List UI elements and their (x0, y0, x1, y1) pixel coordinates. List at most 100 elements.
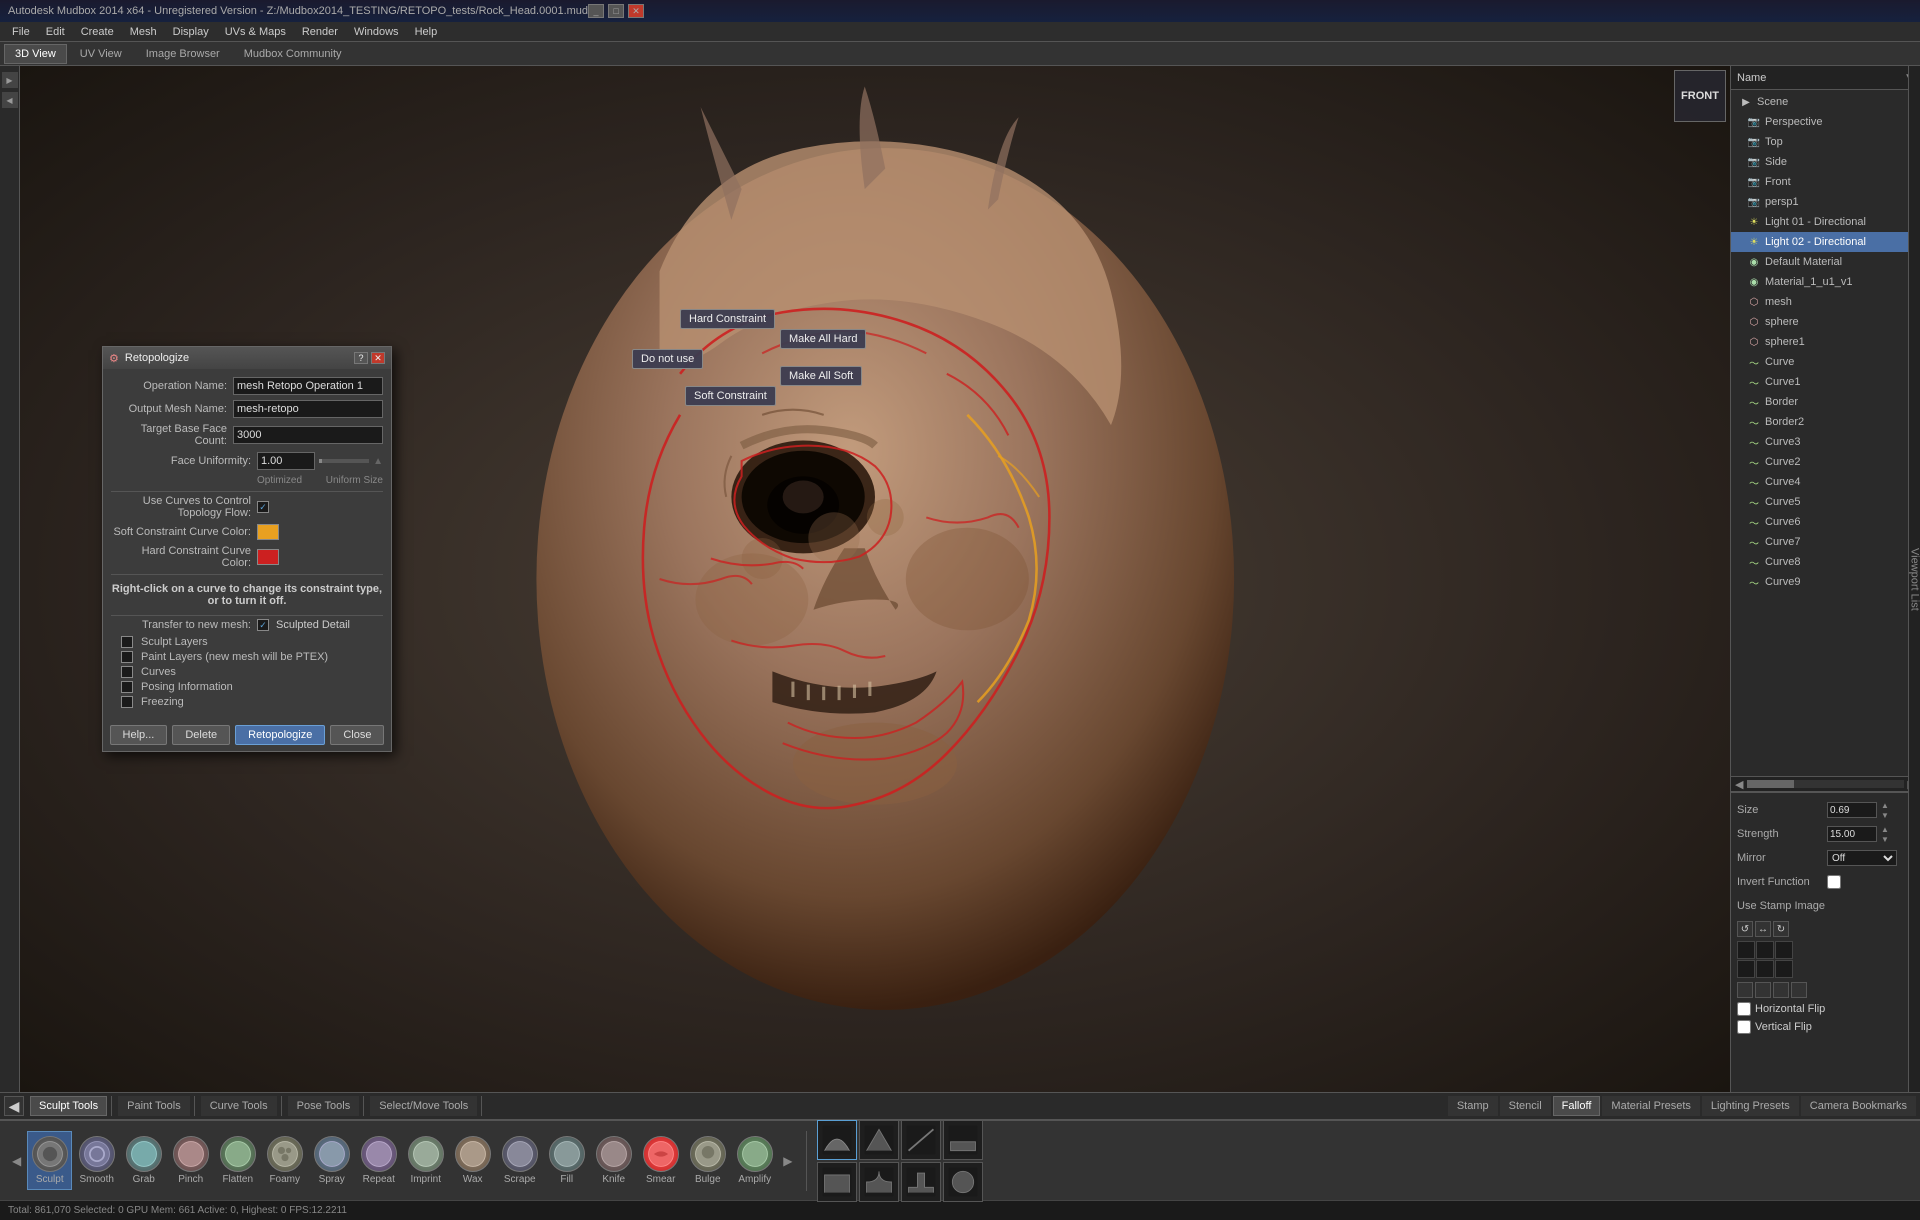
sculpt-tool-amplify[interactable]: Amplify (732, 1131, 777, 1190)
scene-item-material1[interactable]: ◉ Material_1_u1_v1 (1731, 272, 1920, 292)
scene-item-light02[interactable]: ☀ Light 02 - Directional (1731, 232, 1920, 252)
falloff-box1[interactable] (817, 1162, 857, 1202)
tool-tab-curve[interactable]: Curve Tools (201, 1096, 277, 1116)
retopo-output-input[interactable] (233, 400, 383, 418)
sculpt-tool-spray[interactable]: Spray (309, 1131, 354, 1190)
scene-item-curve8[interactable]: 〜 Curve8 (1731, 552, 1920, 572)
scene-item-curve4[interactable]: 〜 Curve4 (1731, 472, 1920, 492)
stamp-cell5[interactable] (1756, 960, 1774, 978)
stamp-reset[interactable] (1791, 982, 1807, 998)
scene-item-persp1[interactable]: 📷 persp1 (1731, 192, 1920, 212)
flip-h-btn[interactable] (1737, 982, 1753, 998)
scroll-thumb[interactable] (1747, 780, 1794, 788)
bottom-tab-camera[interactable]: Camera Bookmarks (1801, 1096, 1916, 1116)
falloff-box3[interactable] (901, 1162, 941, 1202)
size-input[interactable] (1827, 802, 1877, 818)
stamp-cell4[interactable] (1737, 960, 1755, 978)
menu-edit[interactable]: Edit (38, 24, 73, 40)
strength-up[interactable]: ▲ (1881, 825, 1889, 834)
retopo-uniformity-slider[interactable]: ▲ (257, 452, 383, 470)
falloff-sharp[interactable] (859, 1120, 899, 1160)
tab-imagebrowser[interactable]: Image Browser (135, 44, 231, 64)
tab-community[interactable]: Mudbox Community (233, 44, 353, 64)
tooltip-make-all-soft[interactable]: Make All Soft (780, 366, 862, 386)
tooltip-do-not-use[interactable]: Do not use (632, 349, 703, 369)
sculpt-tool-sculpt[interactable]: Sculpt (27, 1131, 72, 1190)
uniformity-track[interactable] (319, 459, 369, 463)
sculpt-tool-smear[interactable]: Smear (638, 1131, 683, 1190)
stamp-mirror-icon[interactable]: ↔ (1755, 921, 1771, 937)
retopo-title-bar[interactable]: ⚙ Retopologize ? ✕ (103, 347, 391, 369)
hflip-checkbox[interactable] (1737, 1002, 1751, 1016)
scene-item-curve3[interactable]: 〜 Curve3 (1731, 432, 1920, 452)
viewport[interactable]: FRONT Hard Constraint Make All Hard Do n… (20, 66, 1730, 1092)
scene-item-curve9[interactable]: 〜 Curve9 (1731, 572, 1920, 592)
scene-item-light01[interactable]: ☀ Light 01 - Directional (1731, 212, 1920, 232)
toolbar-arrow-left[interactable]: ◀ (4, 1096, 24, 1116)
falloff-flat[interactable] (943, 1120, 983, 1160)
sculpt-tool-fill[interactable]: Fill (544, 1131, 589, 1190)
soft-constraint-color[interactable] (257, 524, 279, 540)
sculpt-layers-checkbox[interactable] (121, 636, 133, 648)
stamp-rotate-right[interactable]: ↻ (1773, 921, 1789, 937)
tooltip-hard-constraint[interactable]: Hard Constraint (680, 309, 775, 329)
sculpt-scroll-right[interactable]: ▶ (779, 1154, 796, 1168)
close-button[interactable]: ✕ (628, 4, 644, 18)
scene-item-perspective[interactable]: 📷 Perspective (1731, 112, 1920, 132)
mirror-dropdown[interactable]: Off X Y Z (1827, 850, 1897, 866)
scroll-left-btn[interactable]: ◀ (1731, 778, 1747, 791)
tool-tab-paint[interactable]: Paint Tools (118, 1096, 190, 1116)
vflip-checkbox[interactable] (1737, 1020, 1751, 1034)
size-down[interactable]: ▼ (1881, 811, 1889, 820)
retopo-retopologize-button[interactable]: Retopologize (235, 725, 325, 745)
size-up[interactable]: ▲ (1881, 801, 1889, 810)
left-icon-2[interactable]: ◀ (2, 92, 18, 108)
left-icon-1[interactable]: ▶ (2, 72, 18, 88)
strength-down[interactable]: ▼ (1881, 835, 1889, 844)
retopo-delete-button[interactable]: Delete (172, 725, 230, 745)
bottom-tab-stamp[interactable]: Stamp (1448, 1096, 1498, 1116)
bottom-tab-material[interactable]: Material Presets (1602, 1096, 1699, 1116)
scene-item-curve7[interactable]: 〜 Curve7 (1731, 532, 1920, 552)
retopo-close-icon[interactable]: ✕ (371, 352, 385, 364)
invert-checkbox[interactable] (1827, 875, 1841, 889)
paint-layers-checkbox[interactable] (121, 651, 133, 663)
stamp-anchor[interactable] (1773, 982, 1789, 998)
scene-item-default-material[interactable]: ◉ Default Material (1731, 252, 1920, 272)
falloff-box4[interactable] (943, 1162, 983, 1202)
tab-uvview[interactable]: UV View (69, 44, 133, 64)
falloff-linear[interactable] (901, 1120, 941, 1160)
strength-input[interactable] (1827, 826, 1877, 842)
menu-mesh[interactable]: Mesh (122, 24, 165, 40)
menu-file[interactable]: File (4, 24, 38, 40)
uniformity-inc[interactable]: ▲ (373, 456, 383, 467)
falloff-box2[interactable] (859, 1162, 899, 1202)
maximize-button[interactable]: □ (608, 4, 624, 18)
stamp-cell3[interactable] (1775, 941, 1793, 959)
scene-item-sphere[interactable]: ⬡ sphere (1731, 312, 1920, 332)
scene-item-sphere1[interactable]: ⬡ sphere1 (1731, 332, 1920, 352)
menu-windows[interactable]: Windows (346, 24, 407, 40)
bottom-tab-falloff[interactable]: Falloff (1553, 1096, 1601, 1116)
sculpt-tool-smooth[interactable]: Smooth (74, 1131, 119, 1190)
menu-help[interactable]: Help (407, 24, 446, 40)
sculpt-tool-grab[interactable]: Grab (121, 1131, 166, 1190)
scene-item-curve1[interactable]: 〜 Curve1 (1731, 372, 1920, 392)
sculpt-tool-pinch[interactable]: Pinch (168, 1131, 213, 1190)
retopo-help-btn[interactable]: ? (354, 352, 368, 364)
tooltip-soft-constraint[interactable]: Soft Constraint (685, 386, 776, 406)
scene-list[interactable]: ▶ Scene 📷 Perspective 📷 Top 📷 Side 📷 Fro… (1731, 90, 1920, 776)
tool-tab-pose[interactable]: Pose Tools (288, 1096, 360, 1116)
sculpt-tool-imprint[interactable]: Imprint (403, 1131, 448, 1190)
tab-3dview[interactable]: 3D View (4, 44, 67, 64)
sculpt-tool-knife[interactable]: Knife (591, 1131, 636, 1190)
retopo-curves-checkbox[interactable] (257, 501, 269, 513)
scene-item-curve[interactable]: 〜 Curve (1731, 352, 1920, 372)
menu-display[interactable]: Display (165, 24, 217, 40)
scene-item-border[interactable]: 〜 Border (1731, 392, 1920, 412)
curves-checkbox[interactable] (121, 666, 133, 678)
posing-checkbox[interactable] (121, 681, 133, 693)
menu-render[interactable]: Render (294, 24, 346, 40)
minimize-button[interactable]: _ (588, 4, 604, 18)
scene-item-front[interactable]: 📷 Front (1731, 172, 1920, 192)
